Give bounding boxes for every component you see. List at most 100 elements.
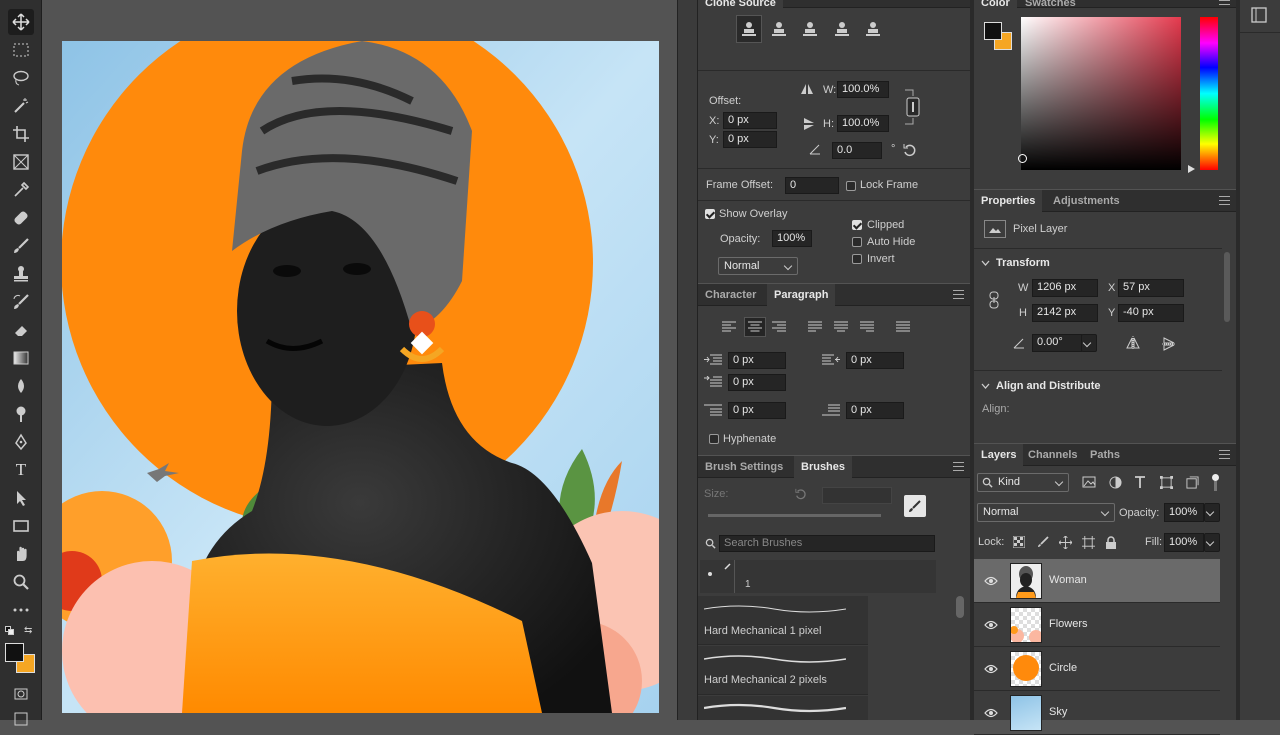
invert-checkbox[interactable] bbox=[852, 254, 862, 264]
layer-opacity-field[interactable]: 100% bbox=[1164, 503, 1204, 522]
transform-section-title[interactable]: Transform bbox=[996, 257, 1050, 269]
eye-icon[interactable] bbox=[984, 574, 998, 588]
align-section-title[interactable]: Align and Distribute bbox=[996, 380, 1101, 392]
healing-icon[interactable] bbox=[8, 205, 34, 231]
chevron-down-icon[interactable] bbox=[980, 258, 990, 268]
document-canvas[interactable] bbox=[62, 41, 659, 713]
frame-icon[interactable] bbox=[8, 149, 34, 175]
overlay-blend-select[interactable]: Normal bbox=[718, 257, 798, 275]
clone-source-2-icon[interactable] bbox=[766, 15, 792, 43]
angle-dropdown[interactable] bbox=[1081, 334, 1097, 352]
eye-icon[interactable] bbox=[984, 662, 998, 676]
indent-left-field[interactable]: 0 px bbox=[728, 352, 786, 369]
libraries-icon[interactable] bbox=[1250, 6, 1268, 24]
link-dimensions-icon[interactable] bbox=[988, 290, 1000, 310]
blur-icon[interactable] bbox=[8, 373, 34, 399]
overlay-opacity-field[interactable]: 100% bbox=[772, 230, 812, 247]
filter-adjustment-icon[interactable] bbox=[1107, 475, 1123, 489]
align-left-icon[interactable] bbox=[720, 319, 738, 335]
tab-character[interactable]: Character bbox=[698, 284, 763, 306]
offset-y-field[interactable]: 0 px bbox=[723, 131, 777, 148]
eyedropper-icon[interactable] bbox=[8, 177, 34, 203]
gradient-icon[interactable] bbox=[8, 345, 34, 371]
color-picker-handle[interactable] bbox=[1018, 154, 1027, 163]
space-after-field[interactable]: 0 px bbox=[846, 402, 904, 419]
hue-slider-handle[interactable] bbox=[1188, 165, 1195, 173]
layer-row-flowers[interactable]: Flowers bbox=[974, 603, 1220, 647]
clone-source-3-icon[interactable] bbox=[797, 15, 823, 43]
justify-left-icon[interactable] bbox=[806, 319, 824, 335]
brush-search-input[interactable]: Search Brushes bbox=[719, 535, 935, 552]
properties-scrollbar[interactable] bbox=[1224, 252, 1230, 322]
tab-color[interactable]: Color bbox=[974, 0, 1017, 14]
justify-all-icon[interactable] bbox=[894, 319, 912, 335]
panel-dock-divider[interactable] bbox=[677, 0, 698, 720]
align-center-icon[interactable] bbox=[744, 317, 766, 337]
brush-icon[interactable] bbox=[8, 233, 34, 259]
filter-pixel-icon[interactable] bbox=[1081, 475, 1097, 489]
type-icon[interactable]: T bbox=[8, 457, 34, 483]
filter-smart-object-icon[interactable] bbox=[1184, 475, 1200, 489]
tab-layers[interactable]: Layers bbox=[974, 444, 1024, 466]
tab-paragraph[interactable]: Paragraph bbox=[767, 284, 836, 306]
frame-offset-field[interactable]: 0 bbox=[785, 177, 839, 194]
brush-item[interactable]: Hard Mechanical 1 pixel bbox=[698, 596, 868, 645]
lock-all-icon[interactable] bbox=[1104, 535, 1118, 549]
brush-size-slider[interactable] bbox=[708, 514, 881, 517]
default-colors-icon[interactable] bbox=[5, 626, 14, 635]
reset-transform-icon[interactable] bbox=[902, 142, 918, 158]
brush-item[interactable] bbox=[698, 696, 868, 720]
filter-shape-icon[interactable] bbox=[1158, 475, 1174, 489]
brush-item[interactable]: Hard Mechanical 2 pixels bbox=[698, 646, 868, 695]
y-field[interactable]: -40 px bbox=[1118, 304, 1184, 322]
panel-menu-icon[interactable] bbox=[953, 462, 964, 471]
flip-vertical-icon[interactable] bbox=[1161, 335, 1177, 353]
zoom-icon[interactable] bbox=[8, 569, 34, 595]
justify-center-icon[interactable] bbox=[832, 319, 850, 335]
marquee-icon[interactable] bbox=[8, 37, 34, 63]
layer-name[interactable]: Sky bbox=[1049, 706, 1067, 718]
angle-field[interactable]: 0.0 bbox=[832, 142, 882, 159]
justify-right-icon[interactable] bbox=[858, 319, 876, 335]
color-foreground-swatch[interactable] bbox=[984, 22, 1002, 40]
eraser-icon[interactable] bbox=[8, 317, 34, 343]
history-brush-icon[interactable] bbox=[8, 289, 34, 315]
tab-swatches[interactable]: Swatches bbox=[1018, 0, 1083, 14]
swap-colors-icon[interactable]: ⇆ bbox=[24, 626, 34, 636]
link-icon[interactable] bbox=[903, 88, 923, 126]
lock-pixels-icon[interactable] bbox=[1036, 535, 1050, 549]
shape-icon[interactable] bbox=[8, 513, 34, 539]
chevron-down-icon[interactable] bbox=[980, 381, 990, 391]
move-icon[interactable] bbox=[8, 9, 34, 35]
flip-horizontal-icon[interactable] bbox=[798, 81, 816, 97]
hue-slider[interactable] bbox=[1200, 17, 1218, 170]
height-field[interactable]: 2142 px bbox=[1032, 304, 1098, 322]
lock-frame-checkbox[interactable] bbox=[846, 181, 856, 191]
foreground-color-swatch[interactable] bbox=[5, 643, 24, 662]
hand-icon[interactable] bbox=[8, 541, 34, 567]
flip-vertical-icon[interactable] bbox=[801, 115, 817, 133]
blend-mode-select[interactable]: Normal bbox=[977, 503, 1115, 522]
hyphenate-checkbox[interactable] bbox=[709, 434, 719, 444]
clone-source-1-icon[interactable] bbox=[736, 15, 762, 43]
layer-opacity-dropdown[interactable] bbox=[1204, 503, 1220, 522]
color-field[interactable] bbox=[1021, 17, 1181, 170]
eye-icon[interactable] bbox=[984, 706, 998, 720]
height-field[interactable]: 100.0% bbox=[837, 115, 889, 132]
crop-icon[interactable] bbox=[8, 121, 34, 147]
clone-source-5-icon[interactable] bbox=[860, 15, 886, 43]
width-field[interactable]: 100.0% bbox=[837, 81, 889, 98]
panel-menu-icon[interactable] bbox=[1219, 196, 1230, 205]
layer-name[interactable]: Circle bbox=[1049, 662, 1077, 674]
angle-field[interactable]: 0.00° bbox=[1032, 334, 1082, 352]
pen-icon[interactable] bbox=[8, 429, 34, 455]
filter-toggle-icon[interactable] bbox=[1210, 474, 1220, 492]
tab-paths[interactable]: Paths bbox=[1083, 444, 1127, 466]
tab-brushes[interactable]: Brushes bbox=[794, 456, 853, 478]
flip-horizontal-icon[interactable] bbox=[1124, 335, 1142, 351]
lasso-icon[interactable] bbox=[8, 65, 34, 91]
panel-menu-icon[interactable] bbox=[1219, 0, 1230, 5]
show-overlay-checkbox[interactable] bbox=[705, 209, 715, 219]
tab-brush-settings[interactable]: Brush Settings bbox=[698, 456, 790, 478]
filter-type-icon[interactable] bbox=[1132, 475, 1148, 489]
